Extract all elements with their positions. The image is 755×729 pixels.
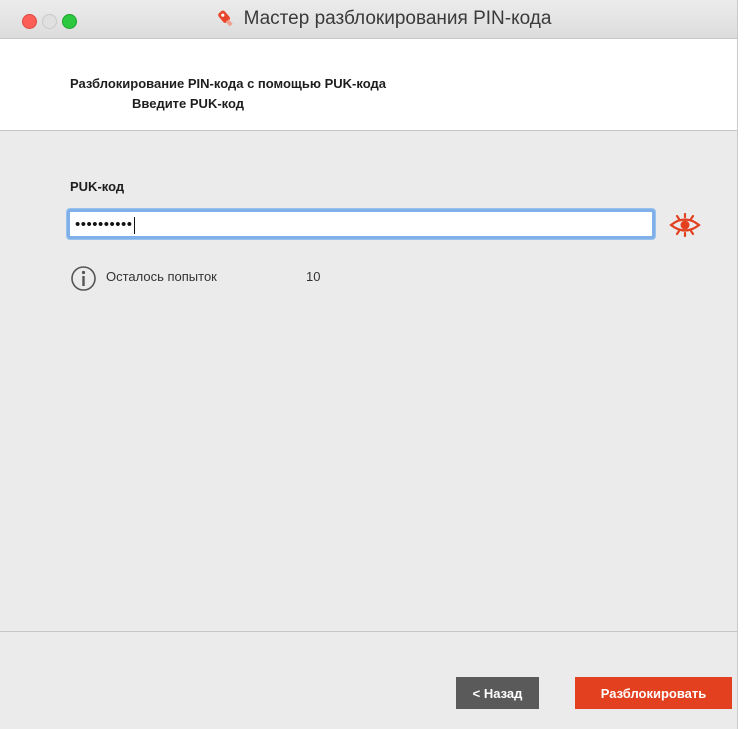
window-title-area: Мастер разблокирования PIN-кода <box>0 0 737 38</box>
puk-field-label: PUK-код <box>70 179 125 194</box>
text-caret <box>133 216 135 234</box>
info-icon <box>71 266 96 291</box>
puk-input[interactable]: •••••••••• <box>67 209 655 239</box>
step-subtitle: Введите PUK-код <box>132 96 245 111</box>
wizard-header: Разблокирование PIN-кода с помощью PUK-к… <box>0 39 737 131</box>
wizard-footer: < Назад Разблокировать <box>0 631 737 729</box>
step-title: Разблокирование PIN-кода с помощью PUK-к… <box>70 76 386 91</box>
puk-input-value: •••••••••• <box>75 216 133 233</box>
title-bar: Мастер разблокирования PIN-кода <box>0 0 737 39</box>
key-icon <box>217 10 233 27</box>
wizard-content: PUK-код •••••••••• Осталось попыток 10 <box>0 131 737 631</box>
eye-icon[interactable] <box>667 213 703 237</box>
attempts-value: 10 <box>306 269 321 284</box>
window-title: Мастер разблокирования PIN-кода <box>243 8 552 29</box>
attempts-label: Осталось попыток <box>106 269 217 284</box>
wizard-window: Мастер разблокирования PIN-кода Разблоки… <box>0 0 738 729</box>
back-button[interactable]: < Назад <box>456 677 539 709</box>
unlock-button[interactable]: Разблокировать <box>575 677 732 709</box>
